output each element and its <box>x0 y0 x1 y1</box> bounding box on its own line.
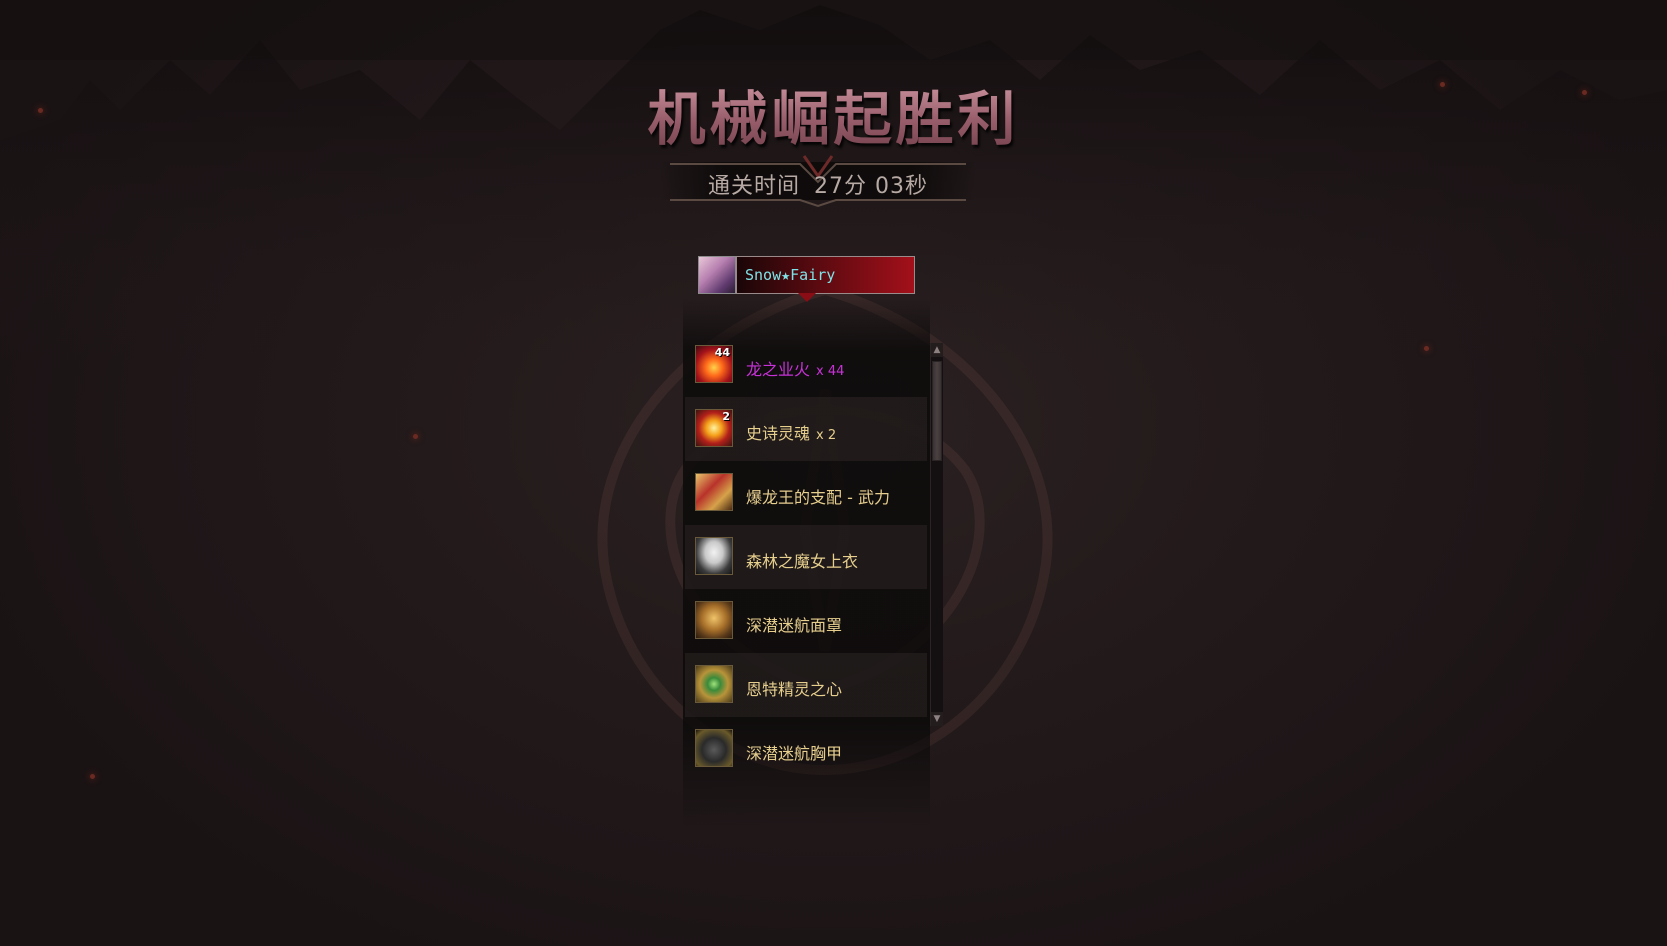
reward-row[interactable]: 深潜迷航胸甲 <box>685 717 927 781</box>
reward-row[interactable]: 爆龙王的支配 - 武力 <box>685 461 927 525</box>
scroll-thumb[interactable] <box>932 361 942 461</box>
reward-label: 史诗灵魂 x 2 <box>746 420 836 444</box>
clear-time-value: 27分 03秒 <box>814 174 928 199</box>
reward-row[interactable]: 2 史诗灵魂 x 2 <box>685 397 927 461</box>
reward-row[interactable]: 恩特精灵之心 <box>685 653 927 717</box>
item-count-badge: 44 <box>714 346 730 359</box>
reward-row[interactable]: 深潜迷航面罩 <box>685 589 927 653</box>
reward-label: 深潜迷航面罩 <box>746 612 842 636</box>
reward-name: 史诗灵魂 <box>746 424 811 443</box>
clear-time: 通关时间 27分 03秒 <box>660 168 976 200</box>
victory-title: 机械崛起胜利 <box>0 72 1667 156</box>
ember-particle <box>413 434 418 439</box>
player-name: Snow★Fairy <box>745 266 836 284</box>
player-name-bar: Snow★Fairy <box>736 256 915 294</box>
player-tag: Snow★Fairy <box>698 256 915 302</box>
ember-particle <box>90 774 95 779</box>
reward-name: 深潜迷航面罩 <box>746 616 843 635</box>
reward-quantity: x 44 <box>816 364 845 379</box>
reward-label: 龙之业火 x 44 <box>746 356 844 380</box>
reward-name: 龙之业火 <box>746 360 811 379</box>
reward-row[interactable]: 森林之魔女上衣 <box>685 525 927 589</box>
dragon-king-dominion-icon <box>695 473 733 511</box>
reward-label: 深潜迷航胸甲 <box>746 740 842 764</box>
deep-dive-chestplate-icon <box>695 729 733 767</box>
reward-list[interactable]: 44 龙之业火 x 44 2 史诗灵魂 x 2 爆龙王的支配 - 武力 森林之魔女上… <box>685 333 927 783</box>
deep-dive-mask-icon <box>695 601 733 639</box>
reward-quantity: x 2 <box>816 428 837 443</box>
ent-spirit-heart-icon <box>695 665 733 703</box>
tag-pointer-icon <box>798 293 816 302</box>
reward-name: 森林之魔女上衣 <box>746 552 859 571</box>
scroll-up-button[interactable]: ▲ <box>931 343 943 357</box>
reward-name: 深潜迷航胸甲 <box>746 744 843 763</box>
reward-label: 森林之魔女上衣 <box>746 548 858 572</box>
dragon-fire-icon: 44 <box>695 345 733 383</box>
reward-name: 爆龙王的支配 - 武力 <box>746 488 890 507</box>
reward-label: 爆龙王的支配 - 武力 <box>746 484 890 508</box>
ember-particle <box>1424 346 1429 351</box>
item-count-badge: 2 <box>722 410 730 423</box>
dungeon-clear-screen: 机械崛起胜利 通关时间 27分 03秒 Snow★Fairy 44 龙之业火 x… <box>0 0 1667 946</box>
clear-time-plate: 通关时间 27分 03秒 <box>660 152 976 208</box>
clear-time-label: 通关时间 <box>708 174 801 199</box>
reward-row[interactable]: 44 龙之业火 x 44 <box>685 333 927 397</box>
forest-witch-coat-icon <box>695 537 733 575</box>
epic-soul-icon: 2 <box>695 409 733 447</box>
reward-label: 恩特精灵之心 <box>746 676 842 700</box>
scroll-down-button[interactable]: ▼ <box>931 712 943 726</box>
reward-name: 恩特精灵之心 <box>746 680 843 699</box>
player-avatar <box>698 256 736 294</box>
reward-list-scrollbar[interactable]: ▲ ▼ <box>930 343 943 726</box>
